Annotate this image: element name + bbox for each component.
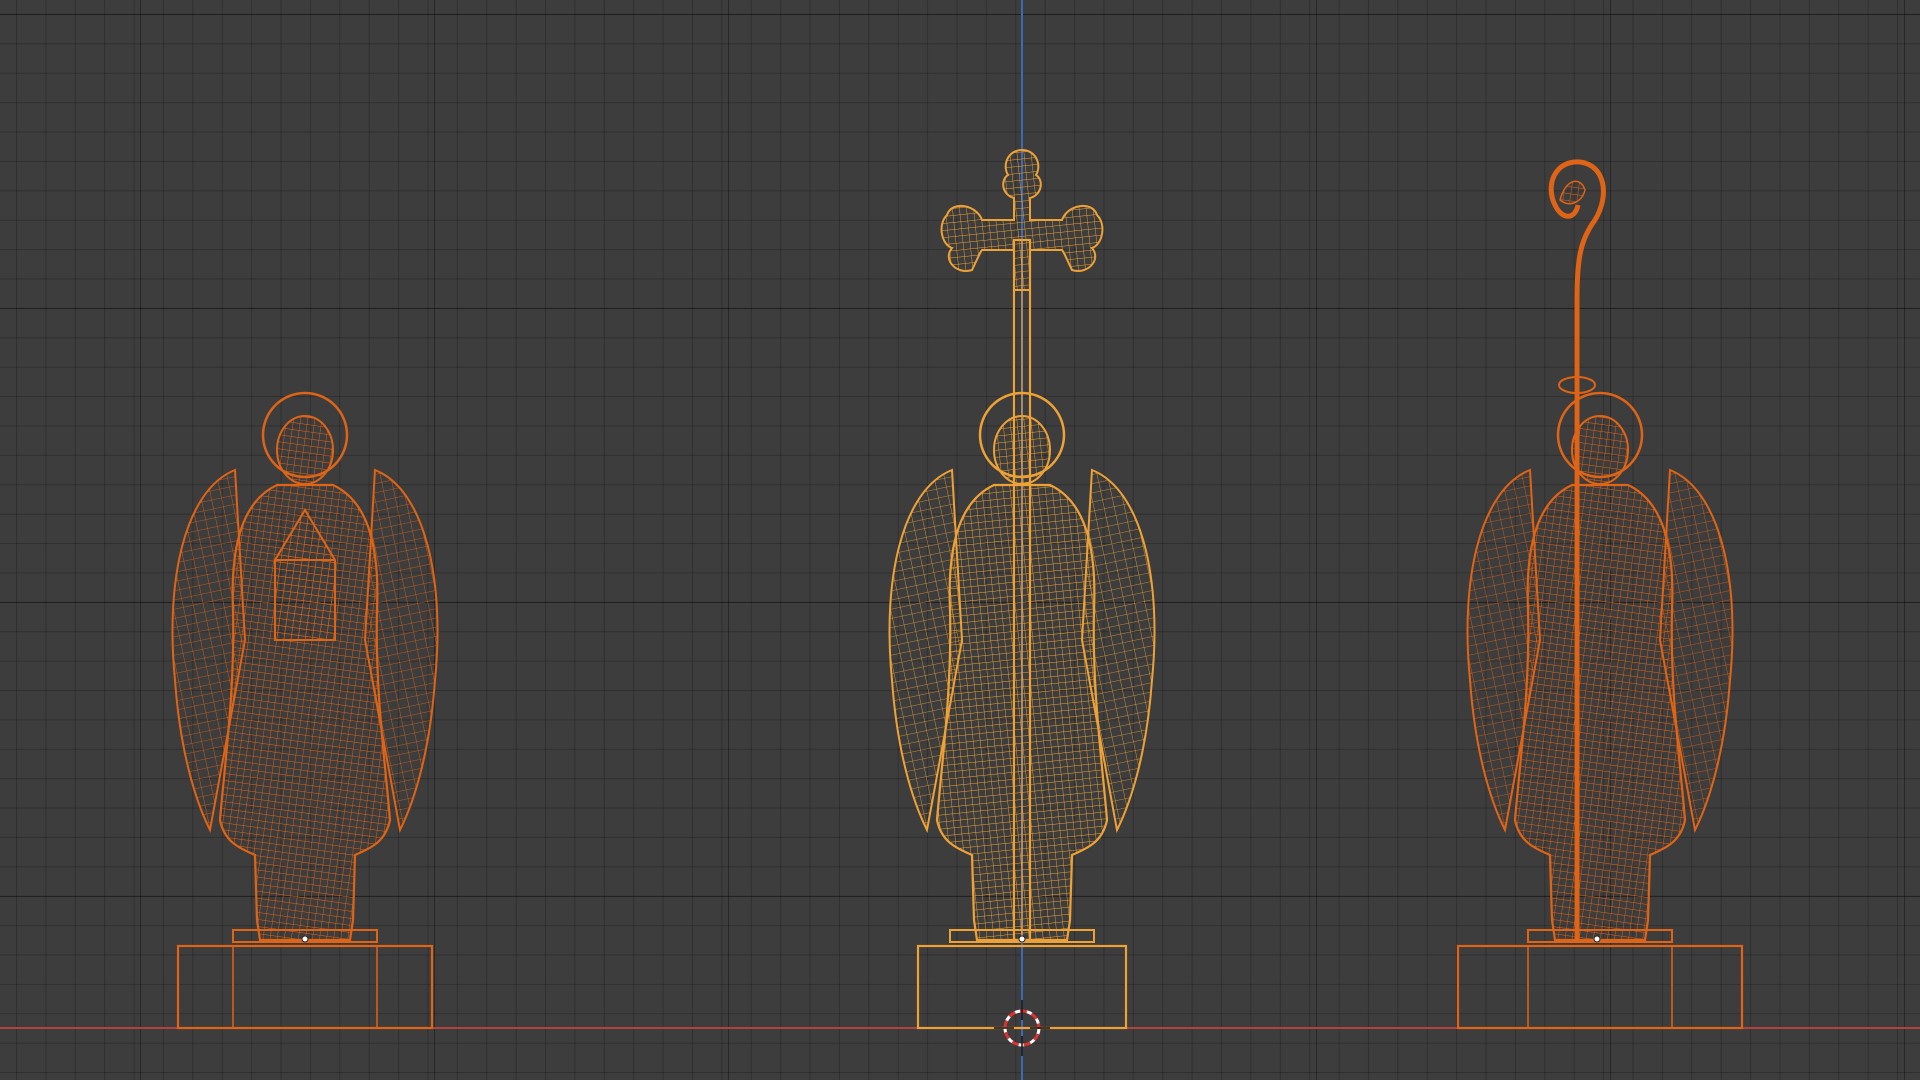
angel-with-crozier-object[interactable] xyxy=(1456,159,1744,1030)
origin-dot xyxy=(301,935,309,943)
viewport-scene[interactable] xyxy=(0,0,1920,1080)
cross-icon xyxy=(940,148,1104,291)
angel-with-cross-object[interactable] xyxy=(888,148,1156,1030)
pedestal xyxy=(1456,944,1744,1030)
origin-dot xyxy=(1018,935,1026,943)
3d-viewport[interactable] xyxy=(0,0,1920,1080)
angel-with-church-object[interactable] xyxy=(171,391,439,1030)
crozier-icon xyxy=(1548,159,1606,380)
origin-dot xyxy=(1593,935,1601,943)
pedestal xyxy=(176,944,434,1030)
